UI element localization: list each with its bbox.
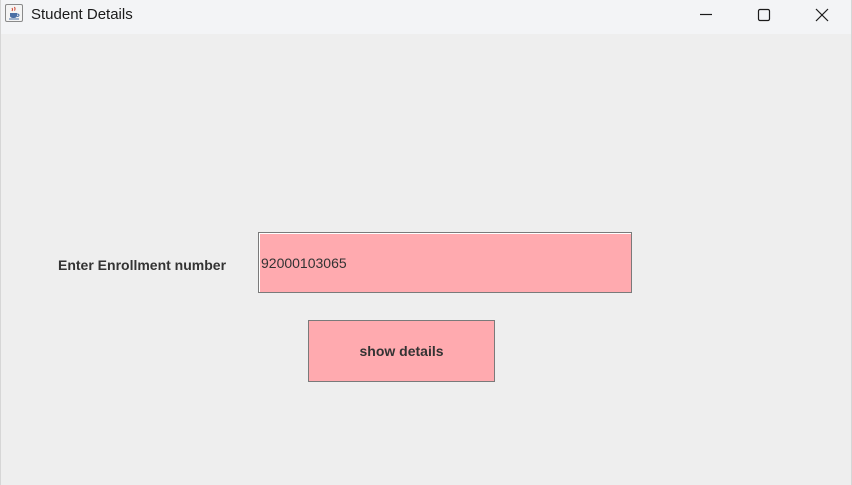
app-window: Student Details Enter Enrollment number … xyxy=(0,0,852,485)
close-button[interactable] xyxy=(793,0,851,30)
title-bar[interactable]: Student Details xyxy=(1,0,851,34)
maximize-button[interactable] xyxy=(735,0,793,30)
maximize-icon xyxy=(757,8,771,22)
enrollment-label: Enter Enrollment number xyxy=(58,257,227,273)
window-title: Student Details xyxy=(31,6,133,23)
enrollment-number-input[interactable] xyxy=(258,232,632,293)
java-cup-icon xyxy=(5,4,23,22)
show-details-button[interactable]: show details xyxy=(308,320,495,382)
minimize-button[interactable] xyxy=(677,0,735,30)
close-icon xyxy=(815,8,829,22)
minimize-icon xyxy=(700,13,712,16)
form-panel: Enter Enrollment number show details xyxy=(1,34,851,485)
